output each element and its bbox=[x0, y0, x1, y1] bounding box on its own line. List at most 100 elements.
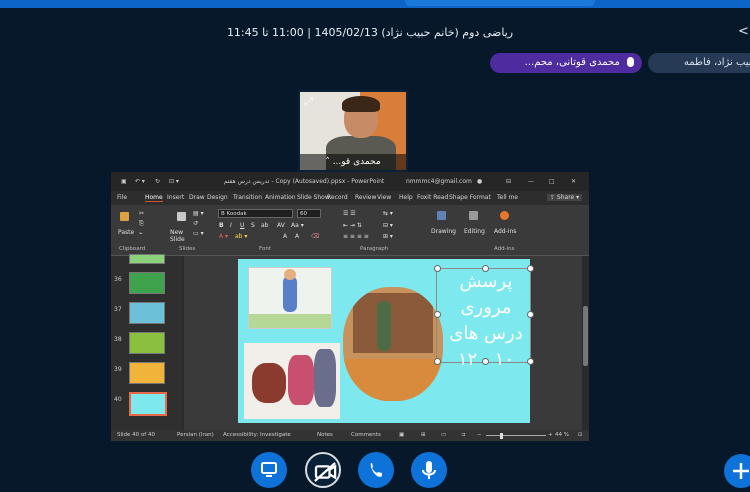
slide-thumbnail[interactable] bbox=[129, 362, 165, 384]
italic-button[interactable]: I bbox=[230, 222, 232, 229]
reading-view-icon[interactable]: ▭ bbox=[441, 432, 446, 438]
undo-icon[interactable]: ↶ ▾ bbox=[135, 178, 145, 185]
close-icon[interactable]: ✕ bbox=[571, 178, 576, 185]
zoom-slider[interactable] bbox=[486, 435, 546, 436]
tab-foxit-read[interactable]: Foxit Read bbox=[417, 194, 448, 201]
slide-thumbnail[interactable] bbox=[129, 392, 167, 416]
tab-animation[interactable]: Animation bbox=[265, 194, 296, 201]
resize-handle[interactable] bbox=[527, 311, 534, 318]
char-spacing-button[interactable]: AV bbox=[277, 222, 285, 229]
tab-tell-me[interactable]: Tell me bbox=[497, 194, 518, 201]
indent-icon[interactable]: ⇤ ⇥ ⇅ bbox=[343, 222, 362, 229]
tab-file[interactable]: File bbox=[117, 194, 127, 201]
camera-button[interactable] bbox=[305, 452, 341, 488]
new-slide-icon[interactable] bbox=[177, 212, 186, 221]
actions-plus-button[interactable] bbox=[724, 454, 750, 488]
cut-icon[interactable]: ✂ bbox=[139, 210, 144, 217]
copy-icon[interactable]: ⎘ bbox=[139, 220, 144, 228]
present-icon[interactable]: ⊡ ▾ bbox=[169, 178, 179, 185]
tab-insert[interactable]: Insert bbox=[167, 194, 184, 201]
zoom-slider-knob[interactable] bbox=[500, 433, 503, 439]
top-notification-pill[interactable] bbox=[405, 0, 595, 6]
tab-draw[interactable]: Draw bbox=[189, 194, 205, 201]
fit-slide-icon[interactable]: ⊡ bbox=[578, 432, 583, 438]
ribbon-toggle-icon[interactable]: ⊟ bbox=[506, 178, 511, 185]
increase-font-icon[interactable]: A bbox=[283, 233, 287, 240]
normal-view-icon[interactable]: ▣ bbox=[399, 432, 404, 438]
vertical-scrollbar[interactable] bbox=[582, 256, 589, 430]
chevron-right-icon[interactable]: < bbox=[738, 24, 749, 39]
avatar[interactable]: ● bbox=[477, 178, 482, 185]
shadow-button[interactable]: ab bbox=[261, 222, 269, 229]
search-icon[interactable] bbox=[469, 211, 478, 220]
slide-thumbnail[interactable] bbox=[129, 272, 165, 294]
section-icon[interactable]: ▭ ▾ bbox=[193, 230, 204, 237]
addins-icon[interactable] bbox=[500, 211, 509, 220]
layout-icon[interactable]: ▤ ▾ bbox=[193, 210, 204, 217]
language[interactable]: Persian (Iran) bbox=[177, 432, 214, 438]
text-direction-icon[interactable]: ⇆ ▾ bbox=[383, 210, 393, 217]
align-text-icon[interactable]: ⊟ ▾ bbox=[383, 222, 393, 229]
share-button[interactable]: ⇪ Share ▾ bbox=[547, 194, 583, 201]
drawing-icon[interactable] bbox=[437, 211, 446, 220]
microphone-button[interactable] bbox=[411, 452, 447, 488]
tab-view[interactable]: View bbox=[377, 194, 391, 201]
slide-thumbnail-panel[interactable]: 36 37 38 39 40 bbox=[111, 254, 182, 430]
font-name-select[interactable]: B Koodak bbox=[218, 209, 293, 218]
bullets-icon[interactable]: ☰ ☰ bbox=[343, 210, 356, 217]
tab-review[interactable]: Review bbox=[355, 194, 376, 201]
paste-icon[interactable] bbox=[120, 212, 129, 221]
tab-help[interactable]: Help bbox=[399, 194, 413, 201]
decrease-font-icon[interactable]: A bbox=[295, 233, 299, 240]
resize-handle[interactable] bbox=[434, 358, 441, 365]
tab-record[interactable]: Record bbox=[327, 194, 348, 201]
sorter-view-icon[interactable]: ⊞ bbox=[421, 432, 426, 438]
expand-icon[interactable]: ⤢ bbox=[304, 95, 313, 109]
minimize-icon[interactable]: — bbox=[528, 178, 534, 185]
account-email[interactable]: nmmmc4@gmail.com bbox=[406, 178, 472, 185]
slide-editor[interactable]: پرسشمروریدرس های۱۰ - ۱۲ bbox=[184, 256, 582, 430]
resize-handle[interactable] bbox=[527, 358, 534, 365]
reset-icon[interactable]: ↺ bbox=[193, 220, 198, 227]
comments-button[interactable]: Comments bbox=[351, 432, 381, 438]
slide-thumbnail[interactable] bbox=[129, 332, 165, 354]
slideshow-view-icon[interactable]: ⊐ bbox=[461, 432, 466, 438]
smartart-icon[interactable]: ⊞ ▾ bbox=[383, 233, 393, 240]
resize-handle[interactable] bbox=[482, 358, 489, 365]
slide-thumbnail[interactable] bbox=[129, 254, 165, 264]
highlight-icon[interactable]: ab ▾ bbox=[235, 233, 247, 240]
zoom-level[interactable]: 44 % bbox=[555, 432, 569, 438]
resize-handle[interactable] bbox=[482, 265, 489, 272]
webcam-tile[interactable]: ⤢ محمدی قو... ˄ bbox=[298, 90, 408, 172]
font-size-select[interactable]: 60 bbox=[297, 209, 321, 218]
bold-button[interactable]: B bbox=[219, 222, 224, 229]
tab-home[interactable]: Home bbox=[145, 194, 163, 202]
tab-transition[interactable]: Transition bbox=[233, 194, 262, 201]
new-slide-button[interactable]: New Slide bbox=[170, 229, 192, 243]
leave-audio-button[interactable] bbox=[358, 452, 394, 488]
zoom-in-icon[interactable]: + bbox=[548, 432, 553, 438]
addins-button[interactable]: Add-ins bbox=[494, 228, 516, 235]
slide-thumbnail[interactable] bbox=[129, 302, 165, 324]
maximize-icon[interactable]: □ bbox=[549, 178, 555, 185]
strikethrough-button[interactable]: S bbox=[251, 222, 255, 229]
font-color-icon[interactable]: A ▾ bbox=[219, 233, 228, 240]
tab-shape-format[interactable]: Shape Format bbox=[449, 194, 491, 201]
notes-button[interactable]: Notes bbox=[317, 432, 333, 438]
drawing-button[interactable]: Drawing bbox=[431, 228, 456, 235]
clear-format-icon[interactable]: ⌫ bbox=[311, 233, 319, 240]
save-icon[interactable]: ▣ bbox=[121, 178, 127, 185]
redo-icon[interactable]: ↻ bbox=[155, 178, 160, 185]
current-slide[interactable]: پرسشمروریدرس های۱۰ - ۱۲ bbox=[238, 259, 534, 423]
change-case-button[interactable]: Aa ▾ bbox=[291, 222, 304, 229]
resize-handle[interactable] bbox=[527, 265, 534, 272]
accessibility-status[interactable]: Accessibility: Investigate bbox=[223, 432, 291, 438]
resize-handle[interactable] bbox=[434, 265, 441, 272]
format-painter-icon[interactable]: ⌁ bbox=[139, 230, 143, 237]
resize-handle[interactable] bbox=[434, 311, 441, 318]
user-chip[interactable]: حبیب نژاد، فاطمه bbox=[648, 53, 750, 73]
zoom-out-icon[interactable]: − bbox=[477, 432, 482, 438]
underline-button[interactable]: U bbox=[240, 222, 244, 229]
screen-share-button[interactable] bbox=[251, 452, 287, 488]
tab-design[interactable]: Design bbox=[207, 194, 228, 201]
